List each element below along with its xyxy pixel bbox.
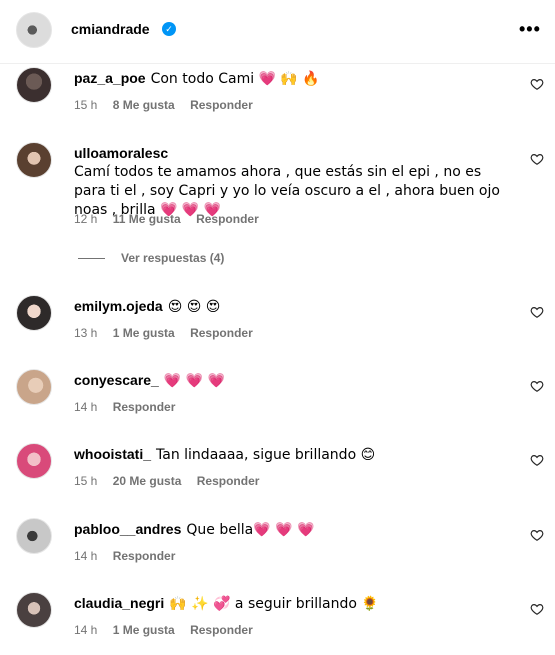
- comment-body: Tan lindaaaa, sigue brillando 😊: [156, 447, 376, 463]
- comment-time: 14 h: [74, 400, 98, 414]
- comment-time: 15 h: [74, 474, 98, 488]
- comment-likes[interactable]: 20 Me gusta: [113, 474, 182, 488]
- commenter-avatar[interactable]: [16, 369, 52, 405]
- like-heart-icon[interactable]: [530, 77, 544, 91]
- commenter-username[interactable]: whooistati_: [74, 446, 151, 462]
- author-avatar[interactable]: [16, 12, 52, 48]
- like-heart-icon[interactable]: [530, 453, 544, 467]
- reply-button[interactable]: Responder: [113, 400, 176, 414]
- comment-meta: 14 h 1 Me gusta Responder: [74, 623, 265, 637]
- comment-text: paz_a_poe Con todo Cami 💗 🙌 🔥: [74, 69, 514, 89]
- view-replies-label: Ver respuestas (4): [121, 251, 225, 265]
- comment-body: 😍 😍 😍: [167, 299, 221, 315]
- commenter-avatar[interactable]: [16, 518, 52, 554]
- comment-likes[interactable]: 1 Me gusta: [113, 326, 175, 340]
- commenter-username[interactable]: pabloo__andres: [74, 521, 181, 537]
- like-heart-icon[interactable]: [530, 305, 544, 319]
- commenter-username[interactable]: emilym.ojeda: [74, 298, 163, 314]
- comment-time: 12 h: [74, 212, 98, 226]
- comment-time: 13 h: [74, 326, 98, 340]
- reply-button[interactable]: Responder: [197, 474, 260, 488]
- comment-meta: 14 h Responder: [74, 549, 187, 563]
- post-header: cmiandrade ✓ •••: [0, 0, 555, 64]
- comment-body: Que bella💗 💗 💗: [186, 522, 315, 538]
- comment-time: 14 h: [74, 549, 98, 563]
- like-heart-icon[interactable]: [530, 528, 544, 542]
- commenter-username[interactable]: ulloamoralesc: [74, 145, 168, 161]
- replies-divider-line: [78, 258, 105, 260]
- comment-text: pabloo__andres Que bella💗 💗 💗: [74, 520, 514, 540]
- commenter-avatar[interactable]: [16, 295, 52, 331]
- commenter-avatar[interactable]: [16, 592, 52, 628]
- comment-text: ulloamoralescCamí todos te amamos ahora …: [74, 144, 514, 220]
- comment-likes[interactable]: 1 Me gusta: [113, 623, 175, 637]
- comments-list[interactable]: paz_a_poe Con todo Cami 💗 🙌 🔥 15 h 8 Me g…: [0, 65, 555, 655]
- reply-button[interactable]: Responder: [113, 549, 176, 563]
- comment-likes[interactable]: 11 Me gusta: [113, 212, 181, 226]
- comment-likes[interactable]: 8 Me gusta: [113, 98, 175, 112]
- commenter-avatar[interactable]: [16, 443, 52, 479]
- commenter-username[interactable]: claudia_negri: [74, 595, 164, 611]
- view-replies-button[interactable]: Ver respuestas (4): [78, 251, 224, 265]
- like-heart-icon[interactable]: [530, 602, 544, 616]
- comment-text: emilym.ojeda 😍 😍 😍: [74, 297, 514, 317]
- comment-meta: 15 h 8 Me gusta Responder: [74, 98, 265, 112]
- comment-text: whooistati_ Tan lindaaaa, sigue brillando…: [74, 445, 514, 465]
- comment-body: 🙌 ✨ 💞 a seguir brillando 🌻: [169, 596, 379, 612]
- reply-button[interactable]: Responder: [190, 98, 253, 112]
- reply-button[interactable]: Responder: [190, 623, 253, 637]
- commenter-avatar[interactable]: [16, 142, 52, 178]
- comment-body: 💗 💗 💗: [163, 373, 226, 389]
- comment-meta: 13 h 1 Me gusta Responder: [74, 326, 265, 340]
- comment-meta: 12 h 11 Me gusta Responder: [74, 212, 271, 226]
- author-username[interactable]: cmiandrade: [71, 21, 150, 37]
- comment-text: claudia_negri 🙌 ✨ 💞 a seguir brillando 🌻: [74, 594, 514, 614]
- verified-badge-icon: ✓: [162, 22, 176, 36]
- commenter-username[interactable]: conyescare_: [74, 372, 159, 388]
- comment-time: 14 h: [74, 623, 98, 637]
- comment-meta: 15 h 20 Me gusta Responder: [74, 474, 271, 488]
- comment-meta: 14 h Responder: [74, 400, 187, 414]
- comment-body: Con todo Cami 💗 🙌 🔥: [150, 71, 320, 87]
- commenter-username[interactable]: paz_a_poe: [74, 70, 146, 86]
- like-heart-icon[interactable]: [530, 379, 544, 393]
- reply-button[interactable]: Responder: [196, 212, 259, 226]
- like-heart-icon[interactable]: [530, 152, 544, 166]
- commenter-avatar[interactable]: [16, 67, 52, 103]
- more-options-icon[interactable]: •••: [519, 19, 541, 40]
- comment-text: conyescare_ 💗 💗 💗: [74, 371, 514, 391]
- reply-button[interactable]: Responder: [190, 326, 253, 340]
- comment-time: 15 h: [74, 98, 98, 112]
